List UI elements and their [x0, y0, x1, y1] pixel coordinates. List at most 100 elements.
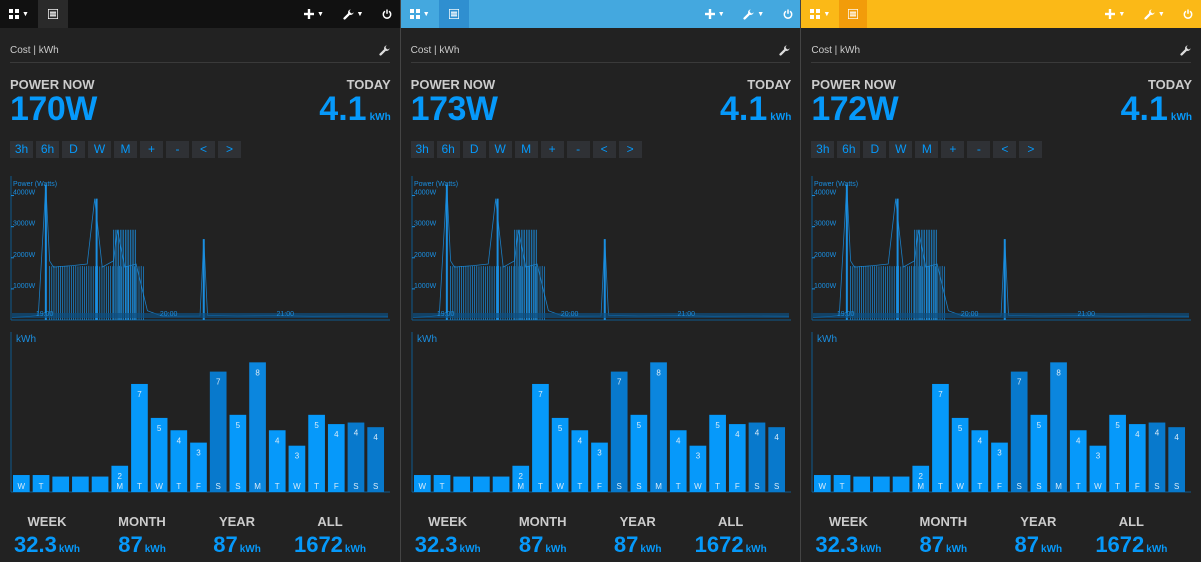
stat-label: ALL — [718, 514, 744, 529]
tools-button[interactable]: ▼ — [338, 0, 368, 28]
configure-button[interactable] — [1180, 43, 1191, 61]
power-now-value: 173W — [410, 90, 498, 128]
range-button-6[interactable]: - — [967, 141, 991, 158]
plus-icon — [1105, 9, 1116, 19]
range-button-8[interactable]: > — [218, 141, 241, 158]
dashboard-menu-button[interactable]: ▼ — [805, 0, 835, 28]
list-view-button[interactable] — [839, 0, 868, 28]
range-button-4[interactable]: M — [514, 141, 538, 158]
kwh-bar-value: 5 — [1037, 421, 1042, 430]
kwh-bar-value: 3 — [695, 452, 700, 461]
stat-label: WEEK — [27, 514, 67, 529]
range-button-0[interactable]: 3h — [410, 141, 434, 158]
dashboard-menu-button[interactable]: ▼ — [405, 0, 435, 28]
range-button-5[interactable]: + — [941, 141, 965, 158]
kwh-bar-day: S — [616, 482, 621, 491]
today-value: 4.1 kWh — [1121, 90, 1192, 129]
kwh-bar — [72, 476, 89, 492]
range-button-0[interactable]: 3h — [10, 141, 33, 158]
dashboard-panel-c: ▼ ▼ ▼ Cost | kWh POWER NOW TODAY 172W 4.… — [800, 0, 1201, 562]
kwh-bar-chart: kWhW T2M7T5W4T3F7S5S8M4T3W5T4F4S4S — [10, 332, 390, 493]
configure-button[interactable] — [379, 43, 390, 61]
caret-icon: ▼ — [22, 10, 29, 18]
power-y-tick: 4000W — [13, 190, 36, 197]
power-icon — [382, 9, 392, 19]
power-x-tick: 19:00 — [36, 311, 54, 318]
kwh-bar-value: 3 — [998, 449, 1003, 458]
add-button[interactable]: ▼ — [300, 0, 328, 28]
stat-number: 87 — [518, 532, 544, 557]
add-button[interactable]: ▼ — [1101, 0, 1129, 28]
power-chart: Power (Watts) 4000W 3000W 2000W 1000W 19:00 20… — [411, 176, 791, 321]
kwh-bar-value: 2 — [118, 472, 123, 481]
kwh-bar-value: 7 — [617, 378, 622, 387]
range-button-8[interactable]: > — [618, 141, 642, 158]
range-button-1[interactable]: 6h — [837, 141, 861, 158]
kwh-bar-day: S — [1037, 482, 1042, 491]
kwh-bar-day: M — [1056, 482, 1063, 491]
range-button-4[interactable]: M — [114, 141, 137, 158]
kwh-bar-day: S — [636, 482, 641, 491]
range-button-6[interactable]: - — [166, 141, 189, 158]
range-button-3[interactable]: W — [488, 141, 512, 158]
power-button[interactable] — [778, 0, 798, 28]
stat-unit: kWh — [860, 544, 882, 555]
kwh-bar-value: 4 — [754, 429, 759, 438]
stat-unit: kWh — [459, 544, 481, 555]
tools-button[interactable]: ▼ — [739, 0, 769, 28]
power-icon — [1183, 9, 1193, 19]
range-button-3[interactable]: W — [889, 141, 913, 158]
range-button-6[interactable]: - — [566, 141, 590, 158]
add-button[interactable]: ▼ — [701, 0, 729, 28]
today-value: 4.1 kWh — [319, 90, 390, 129]
stat-unit: kWh — [545, 544, 567, 555]
stat-unit: kWh — [344, 544, 367, 555]
kwh-bar-day: W — [18, 482, 26, 491]
kwh-bar-value: 5 — [314, 421, 319, 430]
range-button-0[interactable]: 3h — [811, 141, 835, 158]
range-button-7[interactable]: < — [192, 141, 215, 158]
range-button-4[interactable]: M — [915, 141, 939, 158]
kwh-bar-value: 4 — [978, 436, 983, 445]
kwh-bar-day: W — [819, 482, 827, 491]
dashboard-menu-button[interactable]: ▼ — [4, 0, 34, 28]
kwh-bar — [131, 383, 148, 492]
wrench-icon — [743, 8, 754, 20]
widget-header: Cost | kWh — [410, 38, 791, 63]
range-button-8[interactable]: > — [1019, 141, 1043, 158]
tools-button[interactable]: ▼ — [1139, 0, 1169, 28]
stat-year: YEAR 87 kWh — [192, 514, 282, 558]
power-x-tick: 19:00 — [437, 311, 455, 318]
stat-value: 87 kWh — [97, 532, 187, 558]
stat-number: 32.3 — [414, 532, 458, 557]
range-button-2[interactable]: D — [863, 141, 887, 158]
kwh-bar-day: M — [655, 482, 662, 491]
kwh-bar-day: T — [577, 482, 582, 491]
stat-value: 32.3 kWh — [2, 532, 92, 558]
kwh-bar-value: 4 — [1155, 429, 1160, 438]
range-button-2[interactable]: D — [462, 141, 486, 158]
time-range-controls: 3h 6h D W M + - < > — [410, 141, 642, 158]
kwh-bar — [209, 371, 227, 492]
power-y-tick: 1000W — [814, 283, 837, 290]
kwh-bar — [1011, 371, 1028, 492]
kwh-bar-value: 7 — [939, 390, 944, 399]
configure-button[interactable] — [779, 43, 790, 61]
range-button-2[interactable]: D — [62, 141, 85, 158]
stat-year: YEAR 87 kWh — [593, 514, 683, 558]
range-button-3[interactable]: W — [88, 141, 111, 158]
range-button-1[interactable]: 6h — [436, 141, 460, 158]
list-view-button[interactable] — [38, 0, 68, 28]
range-button-5[interactable]: + — [540, 141, 564, 158]
list-view-button[interactable] — [438, 0, 469, 28]
power-button[interactable] — [1178, 0, 1198, 28]
today-value: 4.1 kWh — [720, 90, 791, 129]
power-now-value: 170W — [10, 90, 97, 128]
power-button[interactable] — [377, 0, 397, 28]
range-button-1[interactable]: 6h — [36, 141, 59, 158]
range-button-5[interactable]: + — [140, 141, 163, 158]
range-button-7[interactable]: < — [993, 141, 1017, 158]
kwh-bar-value: 7 — [1017, 378, 1022, 387]
today-unit: kWh — [770, 112, 792, 123]
range-button-7[interactable]: < — [592, 141, 616, 158]
